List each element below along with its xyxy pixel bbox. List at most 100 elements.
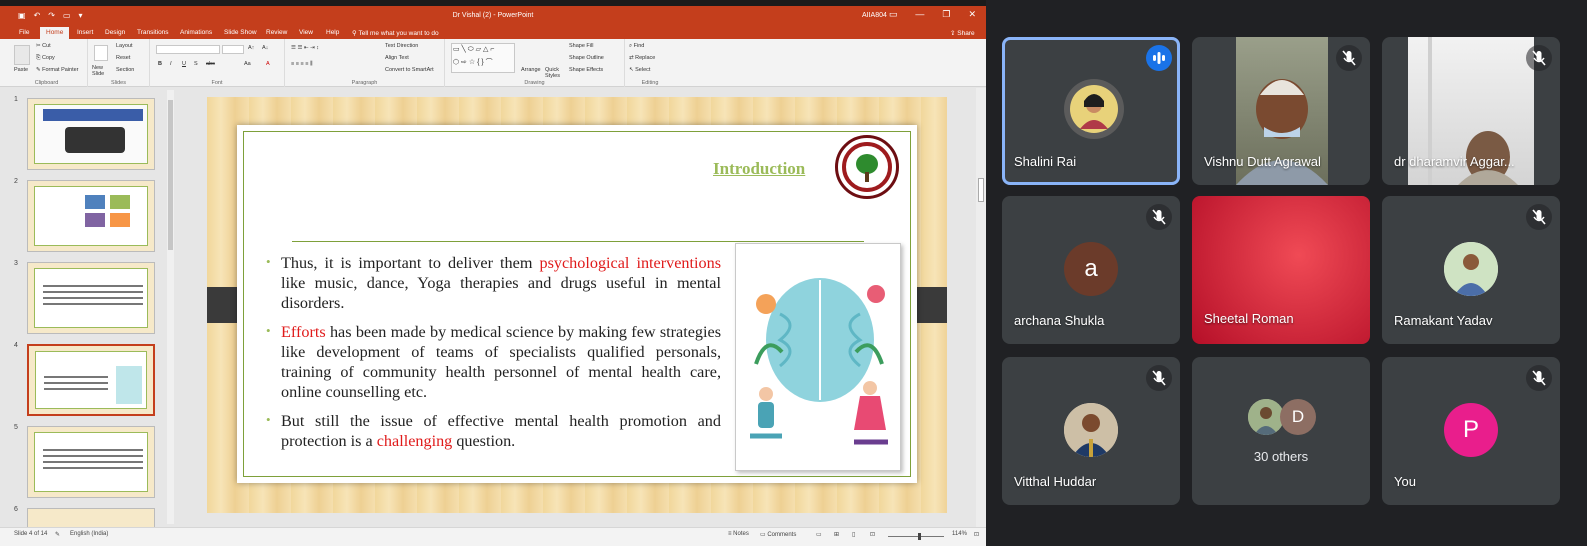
reading-view-icon[interactable]: ▯ bbox=[852, 531, 855, 538]
slide-sorter-icon[interactable]: ⊞ bbox=[834, 531, 839, 538]
slide-canvas[interactable]: Introduction • Thus, it is important to d… bbox=[207, 97, 947, 513]
bullet-2[interactable]: • Efforts has been made by medical scienc… bbox=[266, 322, 721, 402]
bullet-3[interactable]: • But still the issue of effective mental… bbox=[266, 411, 721, 451]
zoom-level[interactable]: 114% bbox=[952, 531, 967, 537]
participant-tile[interactable]: dr dharamvir Aggar... bbox=[1382, 37, 1560, 185]
powerpoint-window: ▣ ↶ ↷ ▭ ▾ Dr Vishal (2) - PowerPoint AII… bbox=[0, 0, 986, 546]
participant-tile[interactable]: Ramakant Yadav bbox=[1382, 196, 1560, 344]
underline-button[interactable]: U bbox=[182, 61, 186, 67]
align-text-button[interactable]: Align Text bbox=[385, 55, 409, 61]
editing-group-label: Editing bbox=[641, 80, 659, 86]
tab-insert[interactable]: Insert bbox=[77, 29, 93, 36]
comments-button[interactable]: ▭ Comments bbox=[760, 531, 796, 538]
normal-view-icon[interactable]: ▭ bbox=[816, 531, 822, 538]
slideshow-icon[interactable]: ⊡ bbox=[870, 531, 875, 538]
tab-slide-show[interactable]: Slide Show bbox=[224, 29, 257, 36]
bold-button[interactable]: B bbox=[158, 61, 162, 67]
italic-button[interactable]: I bbox=[170, 61, 172, 67]
share-button[interactable]: ⇪ Share bbox=[950, 29, 975, 37]
participant-name: dr dharamvir Aggar... bbox=[1394, 154, 1515, 169]
notes-label: Notes bbox=[733, 531, 749, 537]
select-button[interactable]: ↖ Select bbox=[629, 67, 650, 73]
cut-label: Cut bbox=[42, 43, 51, 49]
align-icons[interactable]: ≡ ≡ ≡ ≡ ⫼ bbox=[291, 61, 312, 68]
quick-styles-button[interactable]: Quick Styles bbox=[545, 67, 567, 79]
others-tile[interactable]: D 30 others bbox=[1192, 357, 1370, 505]
convert-smartart-button[interactable]: Convert to SmartArt bbox=[385, 67, 434, 73]
new-slide-icon[interactable] bbox=[94, 45, 108, 61]
bullets-icon[interactable]: ☰ ☰ ⇤ ⇥ ↕ bbox=[291, 45, 319, 51]
tab-review[interactable]: Review bbox=[266, 29, 287, 36]
shape-fill-button[interactable]: Shape Fill bbox=[569, 43, 593, 49]
shrink-font-icon[interactable]: A↓ bbox=[262, 45, 268, 51]
change-case-button[interactable]: Aa bbox=[244, 61, 251, 67]
slide-thumbnail[interactable] bbox=[27, 508, 155, 528]
shape-effects-button[interactable]: Shape Effects bbox=[569, 67, 603, 73]
thumbnail-scrollbar[interactable] bbox=[167, 90, 174, 524]
reset-button[interactable]: Reset bbox=[116, 55, 130, 61]
participant-name: Sheetal Roman bbox=[1204, 311, 1294, 326]
tab-file[interactable]: File bbox=[19, 29, 29, 36]
font-group: A↑ A↓ B I U S abc Aa A Font bbox=[150, 39, 285, 87]
participant-tile-self[interactable]: P You bbox=[1382, 357, 1560, 505]
slide-thumbnail[interactable] bbox=[27, 180, 155, 252]
close-icon[interactable]: ✕ bbox=[968, 9, 976, 20]
replace-button[interactable]: ⇄ Replace bbox=[629, 55, 655, 61]
grow-font-icon[interactable]: A↑ bbox=[248, 45, 254, 51]
slide-thumbnail-active[interactable] bbox=[27, 344, 155, 416]
text-direction-button[interactable]: Text Direction bbox=[385, 43, 418, 49]
layout-button[interactable]: Layout bbox=[116, 43, 133, 49]
slide-thumbnail[interactable] bbox=[27, 262, 155, 334]
account-name[interactable]: AIIA804 bbox=[862, 12, 887, 19]
tab-design[interactable]: Design bbox=[105, 29, 125, 36]
copy-button[interactable]: ⎘ Copy bbox=[36, 55, 55, 62]
participant-tile[interactable]: Sheetal Roman bbox=[1192, 196, 1370, 344]
participant-tile[interactable]: Vitthal Huddar bbox=[1002, 357, 1180, 505]
participant-tile[interactable]: Shalini Rai bbox=[1002, 37, 1180, 185]
slide-scrollbar[interactable] bbox=[976, 88, 986, 527]
tab-home[interactable]: Home bbox=[40, 27, 70, 39]
slide-thumbnail[interactable] bbox=[27, 98, 155, 170]
strikethrough-button[interactable]: abc bbox=[206, 61, 215, 67]
participant-tile[interactable]: a archana Shukla bbox=[1002, 196, 1180, 344]
shapes-icons[interactable]: ▭ ╲ ⬭ ▱ △ ⌐ bbox=[453, 45, 494, 54]
tab-transitions[interactable]: Transitions bbox=[137, 29, 169, 36]
tab-view[interactable]: View bbox=[299, 29, 313, 36]
minimize-icon[interactable]: — bbox=[915, 9, 924, 20]
zoom-slider[interactable] bbox=[888, 536, 944, 537]
slides-group-label: Slides bbox=[111, 80, 126, 86]
shadow-button[interactable]: S bbox=[194, 61, 198, 67]
avatar: a bbox=[1064, 242, 1118, 296]
paste-icon[interactable] bbox=[14, 45, 30, 65]
slide-title[interactable]: Introduction bbox=[713, 159, 805, 179]
font-size-input[interactable] bbox=[222, 45, 244, 54]
bullet-1[interactable]: • Thus, it is important to deliver them p… bbox=[266, 253, 721, 313]
clipboard-group: Paste ✂ Cut ⎘ Copy ✎ Format Painter Clip… bbox=[6, 39, 88, 87]
tab-help[interactable]: Help bbox=[326, 29, 339, 36]
cut-button[interactable]: ✂ Cut bbox=[36, 43, 51, 49]
shape-outline-button[interactable]: Shape Outline bbox=[569, 55, 604, 61]
fit-slide-icon[interactable]: ⊡ bbox=[974, 531, 979, 538]
tab-animations[interactable]: Animations bbox=[180, 29, 212, 36]
spellcheck-icon[interactable]: ✎ bbox=[55, 531, 60, 538]
notes-button[interactable]: ≡ Notes bbox=[728, 531, 749, 537]
format-painter-button[interactable]: ✎ Format Painter bbox=[36, 67, 79, 73]
scrollbar-thumb[interactable] bbox=[978, 178, 984, 202]
ribbon-display-icon[interactable]: ▭ bbox=[889, 9, 898, 20]
language-indicator[interactable]: English (India) bbox=[70, 531, 108, 537]
paste-button[interactable]: Paste bbox=[14, 67, 28, 73]
brain-illustration[interactable] bbox=[735, 243, 901, 471]
participant-tile[interactable]: Vishnu Dutt Agrawal bbox=[1192, 37, 1370, 185]
scrollbar-thumb[interactable] bbox=[168, 100, 173, 250]
restore-icon[interactable]: ❐ bbox=[942, 9, 950, 20]
section-button[interactable]: Section bbox=[116, 67, 134, 73]
font-color-button[interactable]: A bbox=[266, 61, 270, 67]
find-button[interactable]: ⌕ Find bbox=[629, 43, 644, 50]
shapes-icons-row2[interactable]: ⬡ ⇨ ☆ { } ⌒ bbox=[453, 57, 493, 67]
new-slide-button[interactable]: New Slide bbox=[92, 65, 114, 77]
zoom-slider-thumb[interactable] bbox=[918, 533, 921, 540]
slide-thumbnail[interactable] bbox=[27, 426, 155, 498]
font-name-input[interactable] bbox=[156, 45, 220, 54]
arrange-button[interactable]: Arrange bbox=[521, 67, 541, 73]
tell-me-search[interactable]: ⚲ Tell me what you want to do bbox=[352, 29, 439, 37]
